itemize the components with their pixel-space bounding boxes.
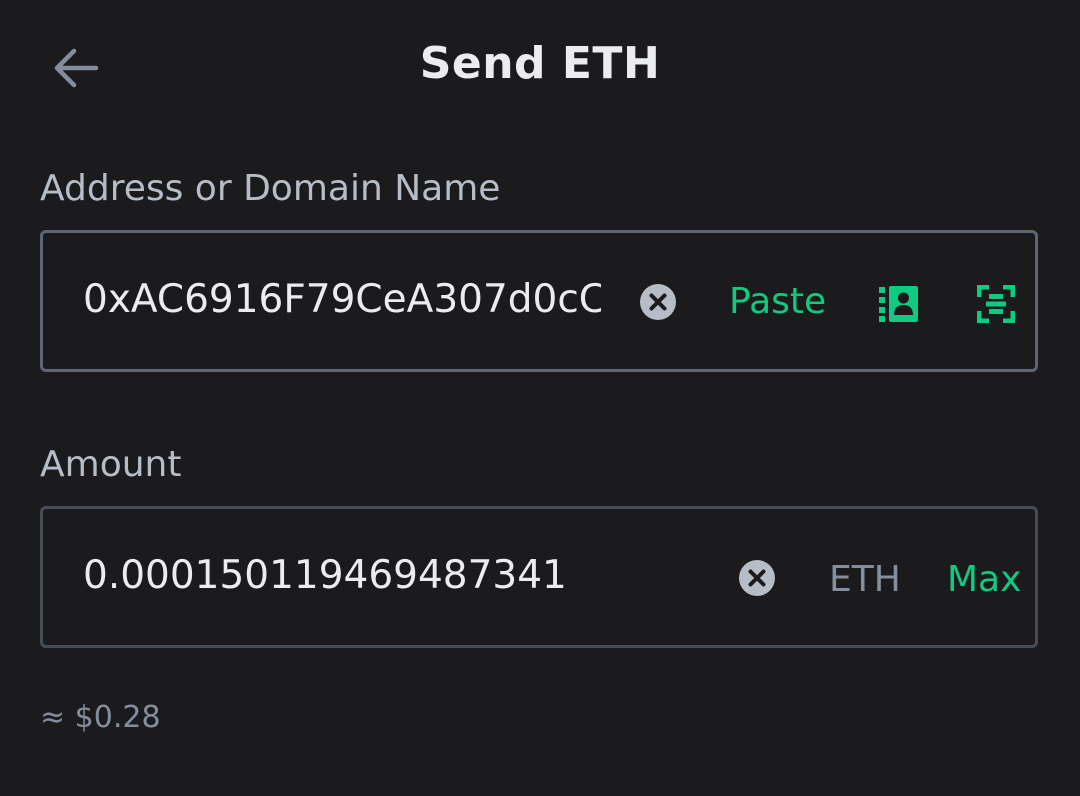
clear-circle-icon [739,560,775,596]
page-title: Send ETH [419,38,661,89]
fiat-estimate: ≈ $0.28 [40,700,161,735]
amount-label: Amount [40,444,182,485]
amount-field[interactable]: 0.00015011946948734​1 ETH Max [40,506,1038,648]
header: Send ETH [0,0,1080,134]
address-book-icon [879,286,918,322]
paste-button[interactable]: Paste [729,281,826,322]
clear-circle-icon [640,284,676,320]
address-field[interactable]: 0xAC6916F79CeA307d0cC Paste [40,230,1038,372]
clear-address-button[interactable] [639,283,677,321]
amount-unit: ETH [829,559,901,600]
address-book-button[interactable] [879,285,919,323]
send-eth-screen: Send ETH Address or Domain Name 0xAC6916… [0,0,1080,796]
clear-amount-button[interactable] [738,559,776,597]
scan-qr-button[interactable] [976,284,1017,324]
qr-scan-icon [976,284,1016,324]
address-input[interactable]: 0xAC6916F79CeA307d0cC [83,277,601,322]
max-button[interactable]: Max [947,559,1021,600]
address-label: Address or Domain Name [40,168,501,209]
amount-input[interactable]: 0.00015011946948734​1 [83,553,723,598]
